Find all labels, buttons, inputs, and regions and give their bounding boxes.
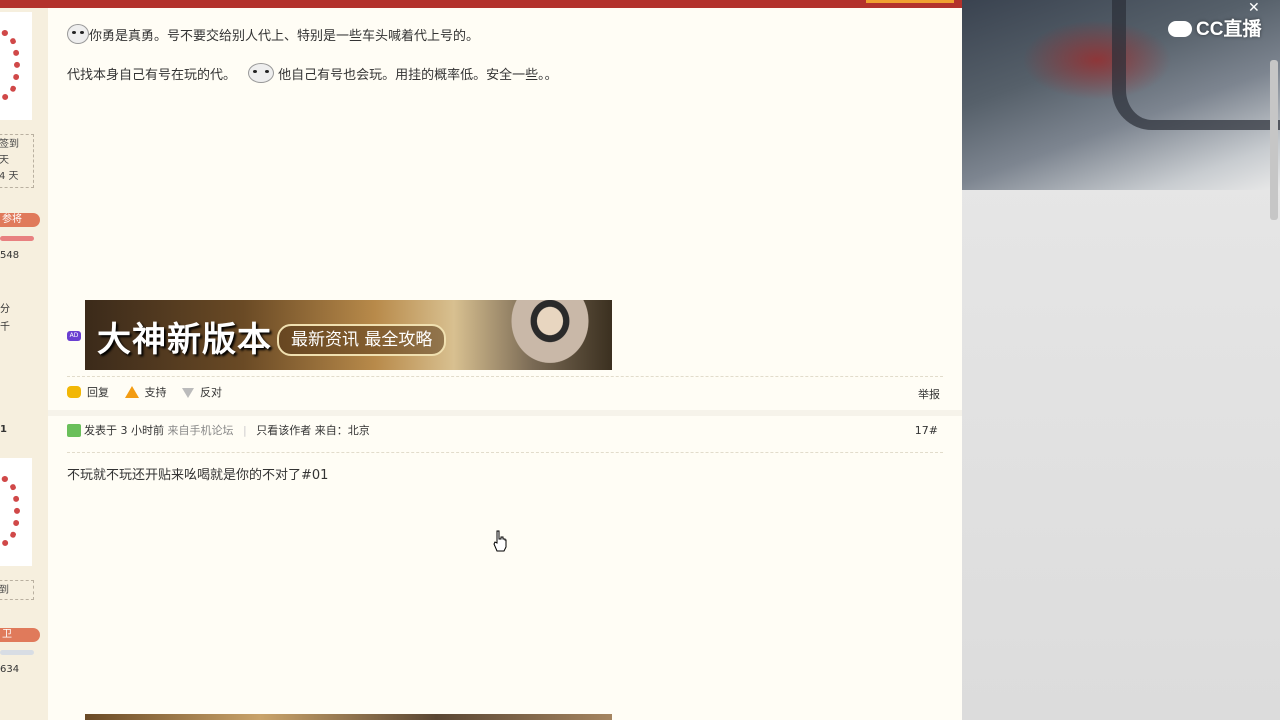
support-label: 支持 <box>144 386 167 399</box>
sign-label: 签到 <box>0 139 19 150</box>
floor-number[interactable]: 17# <box>915 424 938 437</box>
oppose-label: 反对 <box>200 386 222 399</box>
stat-value: 548 <box>0 250 20 261</box>
rank-badge: 参将 <box>0 213 40 227</box>
avatar[interactable] <box>0 458 32 566</box>
next-ad-banner[interactable] <box>85 714 612 720</box>
ad-tag-icon: AD <box>67 331 81 341</box>
sign-in-box: 到 <box>0 580 34 600</box>
ad-subtitle: 最新资讯 最全攻略 <box>277 324 447 356</box>
cc-live-logo: CC直播 <box>1168 14 1261 41</box>
reply-icon <box>67 386 81 398</box>
sign-label: 到 <box>0 585 9 596</box>
divider <box>67 452 943 453</box>
brand-text: CC直播 <box>1196 19 1262 40</box>
post-separator <box>48 410 962 416</box>
arrow-up-icon <box>124 386 139 398</box>
sign-days: 天 <box>0 155 9 166</box>
avatar[interactable] <box>0 12 32 120</box>
ad-title: 大神新版本 <box>97 320 272 360</box>
stat-value: 1 <box>0 424 7 435</box>
reply-label: 回复 <box>87 386 109 399</box>
stat-value: 634 <box>0 664 20 675</box>
online-status-icon <box>67 424 81 437</box>
top-header-bar <box>0 0 962 8</box>
post-source-link[interactable]: 来自手机论坛 <box>168 424 234 437</box>
post-content-area: 你勇是真勇。号不要交给别人代上、特别是一些车头喊着代上号的。 代找本身自己有号在… <box>48 8 962 720</box>
post-actions: 回复 支持 反对 <box>67 384 234 400</box>
meta-separator: | <box>243 424 247 437</box>
level-progress-bar <box>0 236 34 241</box>
close-icon[interactable]: ✕ <box>1248 0 1268 16</box>
support-button[interactable]: 支持 <box>124 384 167 400</box>
stat-value: 千 <box>0 322 10 333</box>
emoji-panda-icon <box>248 63 275 83</box>
ad-banner[interactable]: 大神新版本 最新资讯 最全攻略 <box>85 300 612 370</box>
header-accent <box>866 0 954 3</box>
divider <box>67 376 943 377</box>
hand-cursor-icon <box>493 530 507 552</box>
report-link[interactable]: 举报 <box>918 386 940 402</box>
rank-badge: 卫 <box>0 628 40 642</box>
post-text: 他自己有号也会玩。用挂的概率低。安全一些。。 <box>278 68 558 83</box>
arrow-down-icon <box>182 388 194 398</box>
post-text: 不玩就不玩还开贴来吆喝就是你的不对了#01 <box>67 468 329 483</box>
post-location: 来自：北京 <box>314 424 370 437</box>
sign-in-box: 签到 天 4 天 <box>0 134 34 188</box>
post-text: 代找本身自己有号在玩的代。 <box>67 68 237 83</box>
post-text-line: 你勇是真勇。号不要交给别人代上、特别是一些车头喊着代上号的。 <box>67 24 479 44</box>
post-meta: 发表于 3 小时前 来自手机论坛 | 只看该作者 来自：北京 <box>67 422 370 438</box>
stream-overlay-panel <box>962 0 1280 720</box>
reply-button[interactable]: 回复 <box>67 384 109 400</box>
stat-value: 分 <box>0 304 10 315</box>
post-text: 你勇是真勇。号不要交给别人代上、特别是一些车头喊着代上号的。 <box>89 29 480 44</box>
level-progress-bar <box>0 650 34 655</box>
ad-character-image <box>505 300 595 370</box>
sign-total-days: 4 天 <box>0 171 19 182</box>
post-time: 发表于 3 小时前 <box>84 424 164 437</box>
oppose-button[interactable]: 反对 <box>182 384 222 400</box>
emoji-face-icon <box>67 24 89 44</box>
cloud-icon <box>1168 21 1192 37</box>
author-only-link[interactable]: 只看该作者 <box>256 424 311 437</box>
post-text-line: 代找本身自己有号在玩的代。 他自己有号也会玩。用挂的概率低。安全一些。。 <box>67 63 558 83</box>
scrollbar[interactable] <box>1270 60 1278 220</box>
user-info-sidebar: 签到 天 4 天 参将 548 分 千 1 到 卫 634 <box>0 8 48 720</box>
